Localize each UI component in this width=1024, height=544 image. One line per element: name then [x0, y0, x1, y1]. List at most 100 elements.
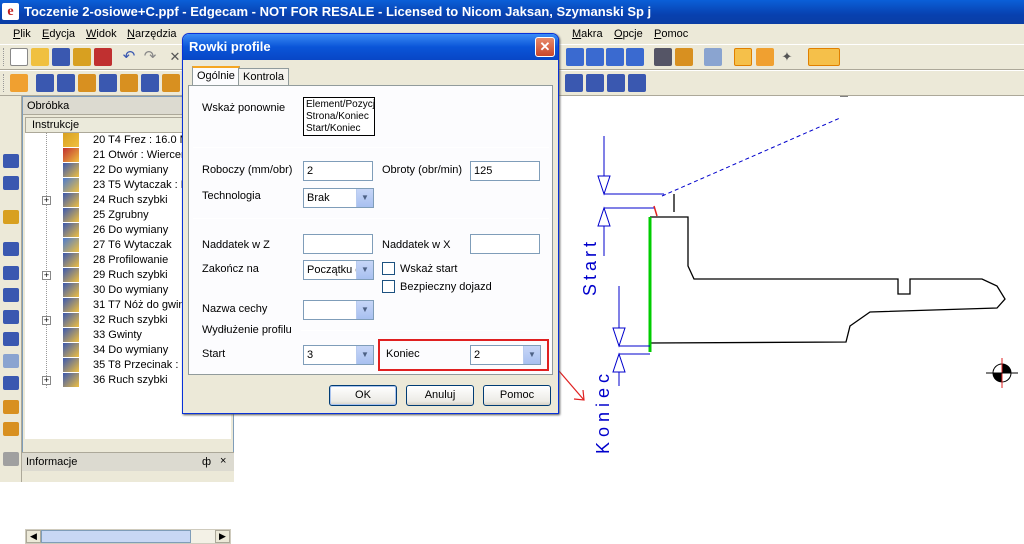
view-cube-icon[interactable]: [704, 48, 722, 66]
toolbar-icon-9[interactable]: [586, 74, 604, 92]
vtool-icon-9[interactable]: [3, 354, 19, 368]
close-icon[interactable]: ×: [220, 455, 226, 467]
expand-icon[interactable]: +: [42, 271, 51, 280]
vtool-icon-6[interactable]: [3, 288, 19, 302]
close-icon[interactable]: ✕: [535, 37, 555, 57]
toolbar-icon-f[interactable]: [675, 48, 693, 66]
menu-narzedzia[interactable]: Narzędzia: [127, 28, 177, 40]
toolbar-icon-c[interactable]: [606, 48, 624, 66]
chevron-down-icon[interactable]: ▼: [356, 301, 373, 319]
toolbar-icon-5[interactable]: [120, 74, 138, 92]
technologia-select[interactable]: Brak ▼: [303, 188, 374, 208]
parting-tool-icon: [63, 358, 79, 372]
new-file-icon[interactable]: [10, 48, 28, 66]
toolbar-icon-2[interactable]: [57, 74, 75, 92]
wskaz-start-checkbox[interactable]: [382, 262, 395, 275]
zakoncz-select[interactable]: Początku c ▼: [303, 260, 374, 280]
toolbar-icon-h[interactable]: [756, 48, 774, 66]
koniec-select[interactable]: 2 ▼: [470, 345, 541, 365]
scroll-right-icon[interactable]: ▶: [215, 530, 230, 543]
toolbar-grip[interactable]: [3, 74, 6, 92]
wskaz-listbox[interactable]: Element/Pozycj Strona/Koniec Start/Konie…: [303, 97, 375, 136]
toolbar-icon-7[interactable]: [162, 74, 180, 92]
cancel-button[interactable]: Anuluj: [406, 385, 474, 406]
horizontal-scrollbar[interactable]: ◀ ▶: [25, 529, 231, 544]
tab-kontrola[interactable]: Kontrola: [238, 68, 289, 86]
toolbar-icon-10[interactable]: [607, 74, 625, 92]
toolbar-icon-d[interactable]: [626, 48, 644, 66]
toolbar-grip[interactable]: [3, 48, 6, 66]
vtool-icon-1[interactable]: [3, 154, 19, 168]
menu-plik[interactable]: Plik: [13, 28, 31, 40]
roboczy-input[interactable]: 2: [303, 161, 373, 181]
expand-icon[interactable]: +: [42, 316, 51, 325]
help-button[interactable]: Pomoc: [483, 385, 551, 406]
menu-edycja[interactable]: Edycja: [42, 28, 75, 40]
obroty-input[interactable]: 125: [470, 161, 540, 181]
tree-item-label: 28 Profilowanie: [93, 254, 169, 266]
menu-pomoc[interactable]: Pomoc: [654, 28, 688, 40]
koniec-label: Koniec: [386, 348, 420, 360]
vtool-icon-13[interactable]: [3, 452, 19, 466]
tab-ogolnie[interactable]: Ogólnie: [192, 66, 240, 86]
redo-icon[interactable]: ↷: [141, 48, 159, 66]
wskaz-item[interactable]: Start/Koniec: [306, 123, 372, 135]
start-select[interactable]: 3 ▼: [303, 345, 374, 365]
toolbar-icon-1[interactable]: [36, 74, 54, 92]
vtool-icon-3[interactable]: [3, 210, 19, 224]
bezpieczny-dojazd-label: Bezpieczny dojazd: [400, 281, 492, 293]
vtool-icon-10[interactable]: [3, 376, 19, 390]
naddatek-z-input[interactable]: [303, 234, 373, 254]
pin-icon[interactable]: ✦: [778, 48, 796, 66]
menu-opcje[interactable]: Opcje: [614, 28, 643, 40]
scroll-left-icon[interactable]: ◀: [26, 530, 41, 543]
scroll-thumb[interactable]: [41, 530, 191, 543]
chevron-down-icon[interactable]: ▼: [356, 346, 373, 364]
undo-icon[interactable]: ↶: [120, 48, 138, 66]
expand-icon[interactable]: +: [42, 196, 51, 205]
dropdown-tool-icon[interactable]: [808, 48, 840, 66]
wskaz-item[interactable]: Element/Pozycj: [306, 99, 374, 111]
print-icon[interactable]: [73, 48, 91, 66]
chevron-down-icon[interactable]: ▼: [356, 261, 373, 279]
vtool-icon-8[interactable]: [3, 332, 19, 346]
save-icon[interactable]: [52, 48, 70, 66]
menu-widok[interactable]: Widok: [86, 28, 117, 40]
expand-icon[interactable]: +: [42, 376, 51, 385]
window-title: Toczenie 2-osiowe+C.ppf - Edgecam - NOT …: [24, 4, 652, 19]
vtool-icon-12[interactable]: [3, 422, 19, 436]
nazwa-cechy-select[interactable]: ▼: [303, 300, 374, 320]
edgecam-logo-icon: e: [2, 3, 19, 20]
pin-icon[interactable]: ф: [202, 456, 211, 468]
toolbar-icon-a[interactable]: [566, 48, 584, 66]
toolbar-icon-3[interactable]: [78, 74, 96, 92]
machining-icon[interactable]: [10, 74, 28, 92]
open-folder-icon[interactable]: [31, 48, 49, 66]
boring-tool-icon: [63, 178, 79, 192]
chevron-down-icon[interactable]: ▼: [356, 189, 373, 207]
vtool-icon-4[interactable]: [3, 242, 19, 256]
toolbar-icon-6[interactable]: [141, 74, 159, 92]
cut-icon[interactable]: [94, 48, 112, 66]
toolbar-icon-g[interactable]: [734, 48, 752, 66]
toolbar-icon-4[interactable]: [99, 74, 117, 92]
toolbar-icon-11[interactable]: [628, 74, 646, 92]
tree-item-label: 20 T4 Frez : 16.0 M: [93, 134, 189, 146]
vtool-icon-2[interactable]: [3, 176, 19, 190]
wskaz-item[interactable]: Strona/Koniec: [306, 111, 372, 123]
naddatek-x-input[interactable]: [470, 234, 540, 254]
toolbar-icon-8[interactable]: [565, 74, 583, 92]
chevron-down-icon[interactable]: ▼: [523, 346, 540, 364]
menu-makra[interactable]: Makra: [572, 28, 603, 40]
tool-icon: [63, 133, 79, 147]
toolbar-icon-e[interactable]: [654, 48, 672, 66]
bezpieczny-dojazd-checkbox[interactable]: [382, 280, 395, 293]
vtool-icon-5[interactable]: [3, 266, 19, 280]
rapid-move-icon: [63, 193, 79, 207]
wskaz-start-label: Wskaż start: [400, 263, 458, 275]
ok-button[interactable]: OK: [329, 385, 397, 406]
vtool-icon-11[interactable]: [3, 400, 19, 414]
toolbar-icon-b[interactable]: [586, 48, 604, 66]
vtool-icon-7[interactable]: [3, 310, 19, 324]
tree-item-label: 26 Do wymiany: [93, 224, 169, 236]
